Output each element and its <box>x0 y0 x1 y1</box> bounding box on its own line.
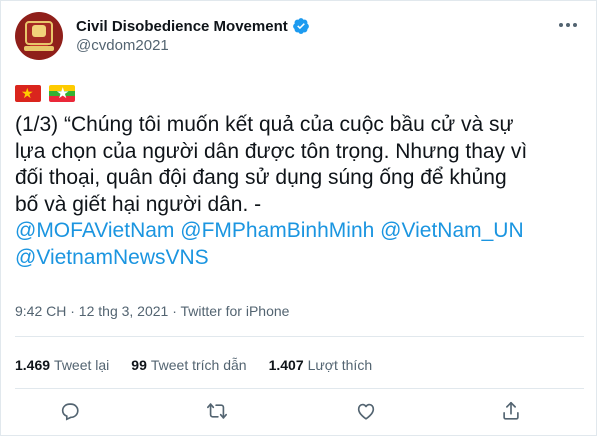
quote-count-value: 99 <box>131 357 147 373</box>
mentions-line: @VietnamNewsVNS <box>15 245 590 272</box>
tweet-line: lựa chọn của người dân được tôn trọng. N… <box>15 139 528 163</box>
retweet-count-value: 1.469 <box>15 357 51 373</box>
tweet-text: (1/3) “Chúng tôi muốn kết quả của cuộc b… <box>15 112 590 271</box>
account-avatar[interactable] <box>15 12 63 60</box>
quote-count-label: Tweet trích dẫn <box>150 357 247 373</box>
like-count-value: 1.407 <box>268 357 304 373</box>
retweet-count[interactable]: 1.469 Tweet lại <box>15 357 109 373</box>
flag-emojis: ★ ★ <box>15 85 75 102</box>
mentions-line: @MOFAVietNam @FMPhamBinhMinh @VietNam_UN <box>15 218 590 245</box>
retweet-icon[interactable] <box>204 398 230 424</box>
like-count[interactable]: 1.407 Lượt thích <box>269 357 373 373</box>
reply-icon[interactable] <box>57 398 83 424</box>
heart-icon[interactable] <box>353 398 379 424</box>
tweet-line: bố và giết hại người dân. - <box>15 192 262 216</box>
tweet-stats: 1.469 Tweet lại 99 Tweet trích dẫn 1.407… <box>15 357 394 373</box>
tweet-line: (1/3) “Chúng tôi muốn kết quả của cuộc b… <box>15 113 514 136</box>
mention-link[interactable]: @VietNam_UN <box>380 219 523 242</box>
retweet-count-label: Tweet lại <box>54 357 110 373</box>
tweet-timestamp[interactable]: 9:42 CH · 12 thg 3, 2021 · Twitter for i… <box>15 303 289 319</box>
share-icon[interactable] <box>498 398 524 424</box>
more-options-icon[interactable] <box>556 15 580 35</box>
tweet-actions <box>1 398 597 428</box>
mention-link[interactable]: @VietnamNewsVNS <box>15 246 209 269</box>
divider <box>15 388 584 389</box>
account-name[interactable]: Civil Disobedience Movement <box>76 18 288 35</box>
mention-link[interactable]: @MOFAVietNam <box>15 219 174 242</box>
tweet-line: đối thoại, quân đội đang sử dụng súng ốn… <box>15 166 507 189</box>
verified-badge-icon <box>292 18 309 34</box>
quote-count[interactable]: 99 Tweet trích dẫn <box>131 357 246 373</box>
mention-link[interactable]: @FMPhamBinhMinh <box>180 219 374 242</box>
account-handle[interactable]: @cvdom2021 <box>76 37 169 54</box>
divider <box>15 336 584 337</box>
tweet-card: Civil Disobedience Movement @cvdom2021 ★… <box>0 0 597 436</box>
like-count-label: Lượt thích <box>307 357 373 373</box>
account-name-row: Civil Disobedience Movement <box>76 17 310 35</box>
vietnam-flag-icon: ★ <box>15 85 41 102</box>
myanmar-flag-icon: ★ <box>49 85 75 102</box>
